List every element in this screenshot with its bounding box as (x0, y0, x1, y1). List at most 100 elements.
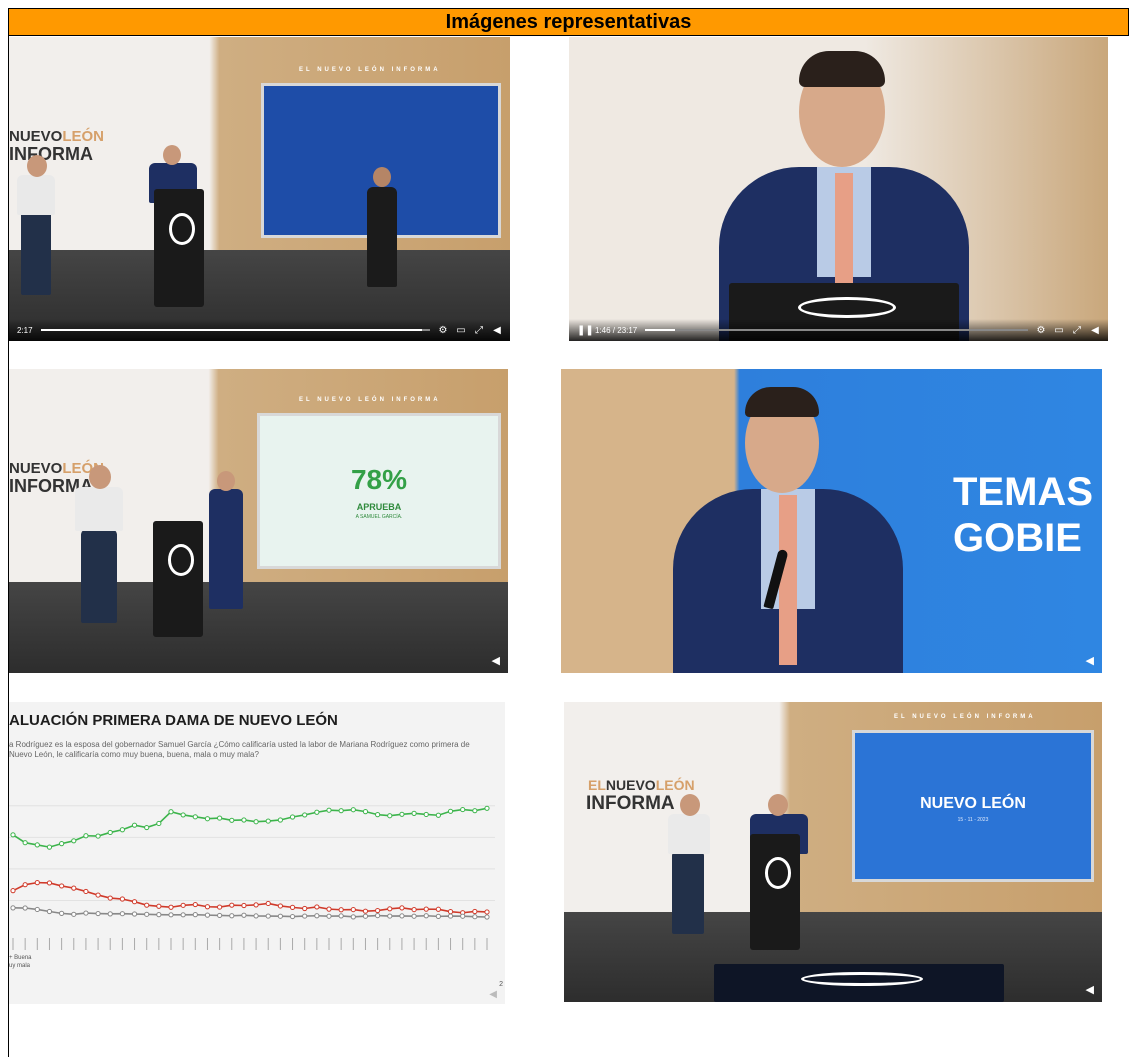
data-point (253, 902, 259, 908)
brand-logo-informa: INFORMA (9, 144, 93, 164)
speaker-hair (799, 51, 885, 87)
volume-icon[interactable]: ◀ (489, 989, 497, 1000)
data-point (338, 907, 344, 913)
screen-date: 15 - 11 - 2023 (957, 817, 989, 823)
data-point (314, 913, 320, 919)
captions-icon[interactable]: ▭ (1054, 325, 1064, 336)
settings-icon[interactable]: ⚙ (438, 325, 448, 336)
data-point (362, 809, 369, 815)
brand-logo: ELNUEVOLEÓN (588, 778, 695, 792)
volume-icon[interactable]: ◀ (1090, 325, 1100, 336)
video-progress-bar[interactable] (645, 329, 1028, 331)
video-time: 2:17 (17, 325, 33, 335)
data-point (34, 842, 40, 848)
walker-head (373, 167, 391, 187)
data-point (350, 906, 356, 913)
data-point (107, 895, 113, 901)
data-point (168, 912, 174, 918)
podium (750, 834, 800, 950)
data-point (192, 814, 198, 820)
data-point (423, 913, 429, 919)
brand-word-leon: LEÓN (655, 777, 695, 793)
data-point (10, 888, 16, 894)
data-point (411, 913, 417, 919)
speaker-tie (779, 495, 797, 665)
data-point (387, 813, 393, 819)
video-thumbnail-6[interactable]: EL NUEVO LEÓN INFORMA ELNUEVOLEÓN INFORM… (564, 702, 1102, 1002)
brand-logo-informa: INFORMA (586, 793, 675, 814)
pause-icon[interactable]: ❚❚ (577, 325, 594, 336)
data-point (399, 905, 405, 911)
data-point (119, 896, 125, 902)
captions-icon[interactable]: ▭ (456, 325, 466, 336)
volume-icon[interactable]: ◀ (492, 325, 502, 336)
data-point (34, 880, 40, 886)
data-point (277, 913, 283, 919)
data-point (131, 911, 138, 917)
data-point (302, 905, 308, 912)
data-point (34, 906, 40, 913)
data-point (180, 902, 186, 908)
speaker-body (209, 489, 243, 609)
data-point (484, 914, 490, 920)
data-point (277, 903, 283, 909)
brand-word-nuevo: NUEVO (605, 777, 656, 793)
page-title: Imágenes representativas (8, 8, 1129, 36)
data-point (71, 885, 77, 891)
data-point (338, 913, 344, 919)
data-point (204, 912, 211, 918)
data-point (241, 902, 247, 909)
data-point (423, 811, 429, 818)
data-point (302, 913, 308, 919)
podium (154, 189, 204, 307)
video-thumbnail-2[interactable]: ❚❚ 1:46 / 23:17 ⚙ ▭ ⤢ ◀ (569, 37, 1108, 341)
data-point (338, 808, 344, 814)
data-point (22, 882, 28, 888)
video-progress-bar[interactable] (40, 329, 430, 331)
data-point (180, 812, 186, 818)
data-point (131, 899, 138, 905)
volume-icon[interactable]: ◀ (1086, 654, 1094, 667)
speaker-head (217, 471, 235, 491)
data-point (435, 913, 441, 919)
data-point (241, 912, 247, 918)
brand-word-el: EL (588, 777, 606, 793)
video-thumbnail-4[interactable]: TEMAS GOBIE ◀ (561, 369, 1102, 673)
data-point (472, 914, 478, 920)
brand-word-leon: LEÓN (62, 128, 105, 145)
speaker-tie (835, 173, 853, 283)
data-point (22, 840, 28, 846)
screen-heading-line-1: TEMAS (953, 470, 1093, 514)
settings-icon[interactable]: ⚙ (1036, 325, 1046, 336)
data-point (119, 827, 125, 833)
fullscreen-icon[interactable]: ⤢ (474, 325, 484, 336)
data-point (326, 807, 332, 813)
data-point (435, 906, 441, 912)
data-point (144, 824, 150, 831)
stage-screen: 78% APRUEBA A SAMUEL GARCÍA. (257, 413, 501, 569)
data-point (326, 906, 332, 912)
data-point (399, 913, 405, 919)
data-point (289, 913, 296, 920)
volume-icon[interactable]: ◀ (492, 654, 500, 667)
data-point (217, 912, 223, 919)
volume-icon[interactable]: ◀ (1086, 983, 1094, 996)
video-thumbnail-1[interactable]: EL NUEVO LEÓN INFORMA NUEVOLEÓN INFORMA … (9, 37, 510, 341)
chart-question: a Rodríguez es la esposa del gobernador … (9, 740, 470, 760)
data-point (484, 909, 490, 915)
data-point (375, 812, 381, 818)
data-point (375, 907, 381, 914)
brand-logo: NUEVOLEÓN (9, 129, 104, 144)
brand-word-nuevo: NUEVO (9, 460, 63, 477)
data-point (326, 913, 332, 919)
data-point (83, 833, 89, 839)
stage-screen: NUEVO LEÓN 15 - 11 - 2023 (852, 730, 1094, 882)
data-point (10, 832, 16, 838)
video-thumbnail-3[interactable]: EL NUEVO LEÓN INFORMA NUEVOLEÓN INFORMA … (9, 369, 508, 673)
person-standing (81, 529, 117, 623)
data-point (46, 908, 53, 915)
data-point (447, 909, 454, 915)
fullscreen-icon[interactable]: ⤢ (1072, 325, 1082, 336)
data-point (22, 905, 28, 911)
data-point (265, 818, 271, 824)
